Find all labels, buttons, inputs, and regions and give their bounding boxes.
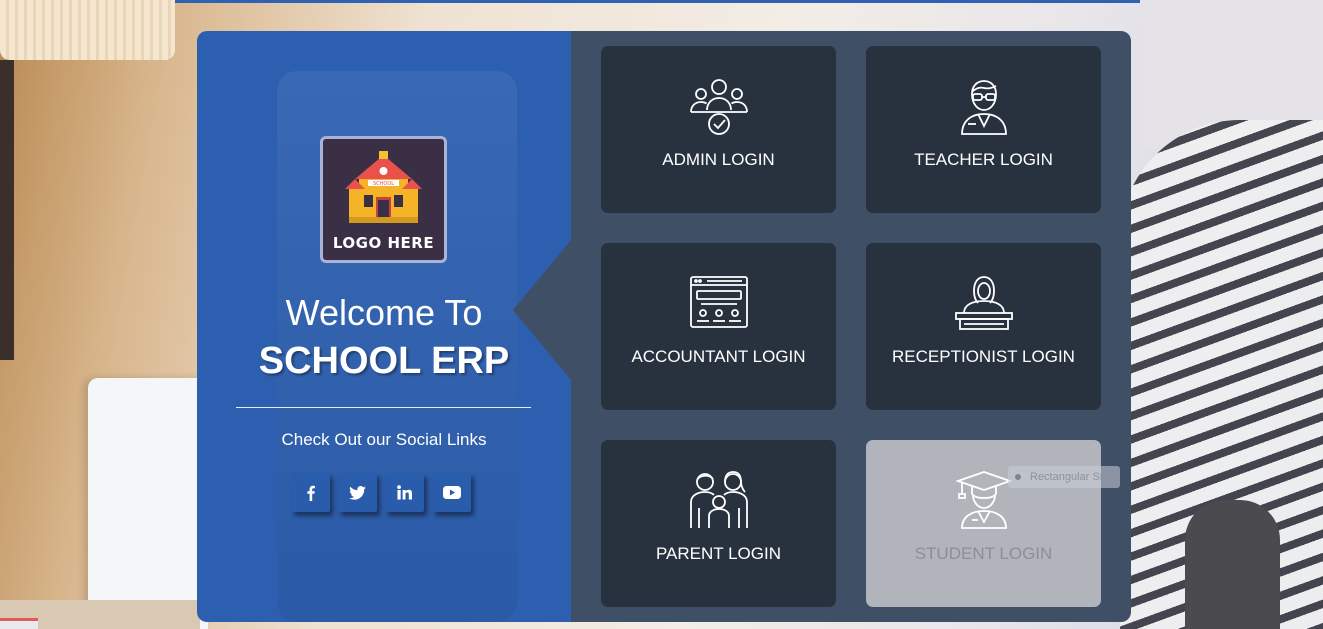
receptionist-login-card[interactable]: RECEPTIONIST LOGIN: [866, 243, 1101, 410]
twitter-icon: [349, 485, 366, 500]
teacher-login-card[interactable]: TEACHER LOGIN: [866, 46, 1101, 213]
youtube-button[interactable]: [432, 473, 471, 512]
accountant-icon: [690, 276, 748, 328]
accountant-login-card[interactable]: ACCOUNTANT LOGIN: [601, 243, 836, 410]
parent-login-card[interactable]: PARENT LOGIN: [601, 440, 836, 607]
snip-tooltip: Rectangular Snip: [1008, 466, 1121, 488]
teacher-login-label: TEACHER LOGIN: [914, 150, 1053, 169]
linkedin-button[interactable]: [385, 473, 424, 512]
school-logo: SCHOOL LOGO HERE: [320, 136, 447, 263]
top-accent-bar: [0, 0, 1323, 3]
background-lamp: [0, 0, 175, 60]
receptionist-icon: [955, 276, 1013, 330]
tooltip-text: Rectangular Snip: [1030, 471, 1115, 483]
admin-group-icon: [690, 79, 748, 135]
accountant-login-label: ACCOUNTANT LOGIN: [631, 347, 806, 366]
linkedin-icon: [397, 485, 412, 500]
divider: [236, 407, 531, 408]
student-login-label: STUDENT LOGIN: [914, 544, 1053, 563]
logo-label: LOGO HERE: [332, 234, 435, 252]
admin-login-card[interactable]: ADMIN LOGIN: [601, 46, 836, 213]
logo-sign-text: SCHOOL: [373, 181, 394, 187]
admin-login-label: ADMIN LOGIN: [662, 150, 775, 169]
background-lamp-pole: [0, 60, 14, 360]
school-building-icon: SCHOOL: [345, 151, 422, 223]
facebook-icon: [306, 485, 315, 501]
social-links: [291, 473, 471, 512]
student-graduate-icon: [955, 471, 1013, 529]
receptionist-login-label: RECEPTIONIST LOGIN: [892, 347, 1075, 366]
social-links-heading: Check Out our Social Links: [281, 430, 487, 449]
background-chair: [1185, 500, 1280, 629]
youtube-icon: [442, 486, 461, 499]
facebook-button[interactable]: [291, 473, 330, 512]
twitter-button[interactable]: [338, 473, 377, 512]
tooltip-dot-icon: [1015, 474, 1021, 480]
parent-login-label: PARENT LOGIN: [655, 544, 781, 563]
background-object: [0, 618, 38, 629]
panel-pointer: [513, 240, 571, 380]
teacher-icon: [961, 80, 1007, 135]
background-laptop: [88, 378, 208, 629]
parent-family-icon: [690, 471, 748, 528]
